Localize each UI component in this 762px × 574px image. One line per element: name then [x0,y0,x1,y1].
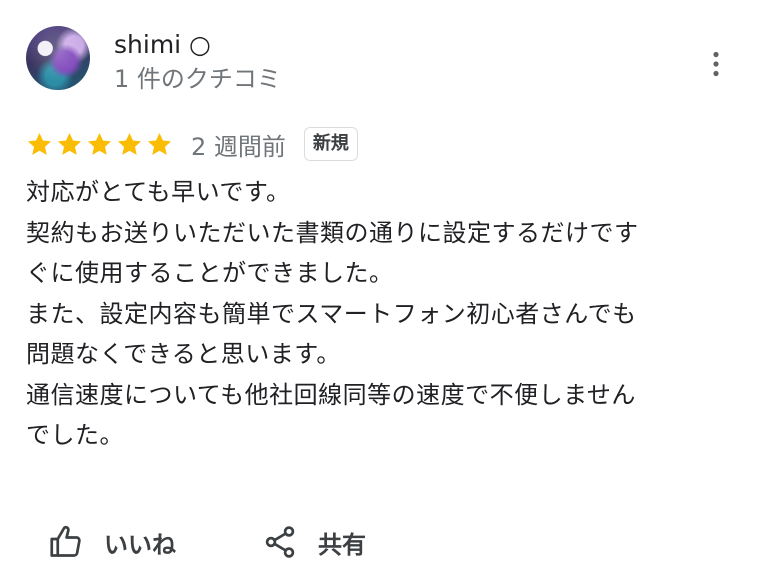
reviewer-name[interactable]: shimi ○ [114,30,211,60]
reviewer-review-count: 1 件のクチコミ [114,65,281,93]
review-line: ぐに使用することができました。 [26,259,394,287]
more-options-button[interactable] [700,46,732,82]
review-line: 契約もお送りいただいた書類の通りに設定するだけです [26,218,639,247]
star-icon [28,132,51,155]
reviewer-avatar[interactable] [26,26,90,90]
star-icon [118,132,141,155]
share-label: 共有 [318,530,366,559]
review-line: また、設定内容も簡単でスマートフォン初心者さんでも [26,299,637,328]
rating-row: 2 週間前 新規 [26,124,358,164]
review-time: 2 週間前 [191,132,286,161]
star-rating [26,131,173,158]
new-badge: 新規 [303,127,358,161]
star-icon [58,132,81,155]
star-icon [88,132,111,155]
review-line: 問題なくできると思います。 [26,340,341,368]
review-body: 対応がとても早いです。契約もお送りいただいた書類の通りに設定するだけです ぐに使用… [26,172,736,456]
thumb-up-icon [50,525,81,557]
review-line: 通信速度についても他社回線同等の速度で不便しません [26,380,636,409]
share-button[interactable]: 共有 [262,518,366,566]
review-line: 対応がとても早いです。 [26,178,291,206]
star-icon [148,132,171,155]
more-vert-icon [713,51,719,77]
avatar-image [26,26,90,90]
review-line: でした。 [26,421,124,449]
share-icon [265,526,295,558]
like-button[interactable]: いいね [48,518,176,566]
like-label: いいね [104,530,176,559]
